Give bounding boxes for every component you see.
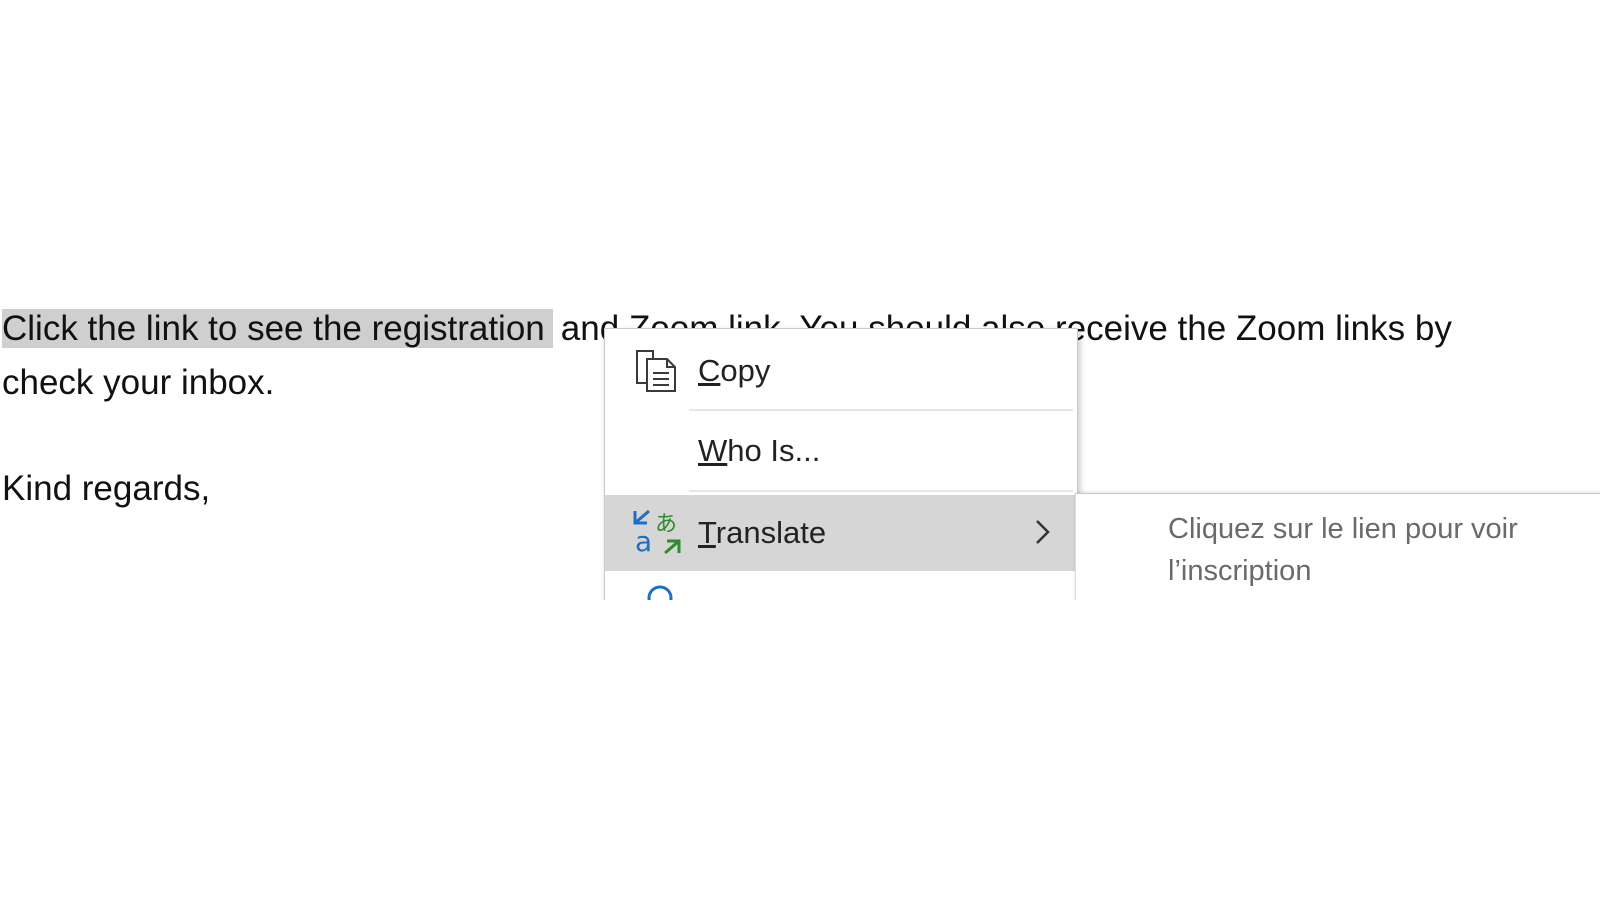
lookup-icon	[647, 585, 673, 600]
menu-item-copy[interactable]: Copy	[605, 333, 1075, 409]
chevron-right-icon	[1036, 520, 1050, 544]
menu-separator	[689, 490, 1073, 492]
document-line-2[interactable]: check your inbox.	[2, 358, 274, 408]
menu-label-copy: Copy	[698, 353, 771, 388]
svg-text:あ: あ	[655, 512, 677, 537]
menu-item-lookup[interactable]	[605, 575, 1075, 600]
translate-icon: a あ	[633, 509, 681, 557]
menu-label-translate: Translate	[698, 515, 827, 550]
document-line-3[interactable]: Kind regards,	[2, 464, 210, 514]
svg-text:a: a	[635, 525, 652, 557]
menu-item-translate[interactable]: a あ Translate	[605, 495, 1075, 571]
selected-text[interactable]: Click the link to see the registration	[2, 309, 553, 348]
menu-separator	[689, 409, 1073, 411]
copy-icon	[636, 350, 676, 392]
translation-preview[interactable]: Cliquez sur le lien pour voir l’inscript…	[1168, 508, 1588, 592]
context-menu: Copy Who Is... a あ Translate	[604, 328, 1078, 600]
translate-submenu: Cliquez sur le lien pour voir l’inscript…	[1075, 493, 1600, 600]
menu-item-who-is[interactable]: Who Is...	[605, 413, 1075, 489]
document-viewport: Click the link to see the registration an…	[0, 300, 1600, 600]
menu-label-who-is: Who Is...	[698, 433, 821, 468]
